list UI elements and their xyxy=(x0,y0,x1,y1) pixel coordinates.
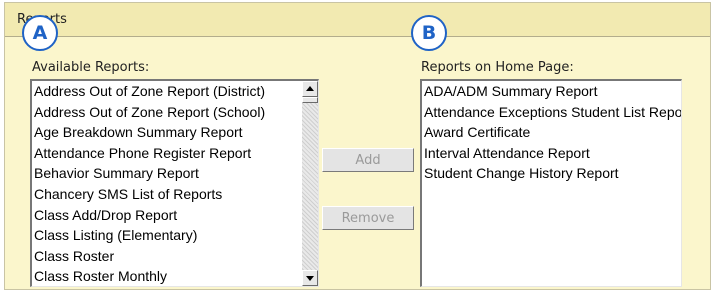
panel-header: Reports xyxy=(5,3,710,37)
list-item[interactable]: Chancery SMS List of Reports xyxy=(34,184,302,205)
home-page-reports-listbox[interactable]: ADA/ADM Summary Report Attendance Except… xyxy=(420,79,682,287)
callout-b-badge: B xyxy=(411,15,447,51)
list-item[interactable]: Award Certificate xyxy=(424,122,681,143)
scroll-down-button[interactable] xyxy=(302,270,318,286)
list-item[interactable]: Behavior Summary Report xyxy=(34,163,302,184)
home-page-reports-items: ADA/ADM Summary Report Attendance Except… xyxy=(424,81,681,184)
list-item[interactable]: Address Out of Zone Report (District) xyxy=(34,81,302,102)
vertical-scrollbar[interactable] xyxy=(302,81,318,286)
scroll-up-button[interactable] xyxy=(302,81,318,97)
list-item[interactable]: ADA/ADM Summary Report xyxy=(424,81,681,102)
list-item[interactable]: Interval Attendance Report xyxy=(424,143,681,164)
list-item[interactable]: Class Listing (Elementary) xyxy=(34,225,302,246)
list-item[interactable]: Address Out of Zone Report (School) xyxy=(34,102,302,123)
add-button[interactable]: Add xyxy=(322,148,414,172)
list-item[interactable]: Attendance Exceptions Student List Repor… xyxy=(424,102,681,123)
scrollbar-thumb[interactable] xyxy=(302,97,318,103)
callout-a-badge: A xyxy=(22,15,58,51)
list-item[interactable]: Student Change History Report xyxy=(424,163,681,184)
list-item[interactable]: Age Breakdown Summary Report xyxy=(34,122,302,143)
list-item[interactable]: Class Add/Drop Report xyxy=(34,205,302,226)
list-item[interactable]: Class Roster Monthly xyxy=(34,266,302,286)
available-reports-listbox[interactable]: Address Out of Zone Report (District) Ad… xyxy=(30,79,319,287)
list-item[interactable]: Attendance Phone Register Report xyxy=(34,143,302,164)
reports-panel: Reports Available Reports: Address Out o… xyxy=(4,2,711,290)
arrow-down-icon xyxy=(306,276,314,281)
available-reports-label: Available Reports: xyxy=(32,60,150,75)
list-item[interactable]: Class Roster xyxy=(34,246,302,267)
remove-button[interactable]: Remove xyxy=(322,206,414,230)
arrow-up-icon xyxy=(306,86,314,91)
home-page-reports-label: Reports on Home Page: xyxy=(421,60,574,75)
available-reports-items: Address Out of Zone Report (District) Ad… xyxy=(34,81,302,286)
